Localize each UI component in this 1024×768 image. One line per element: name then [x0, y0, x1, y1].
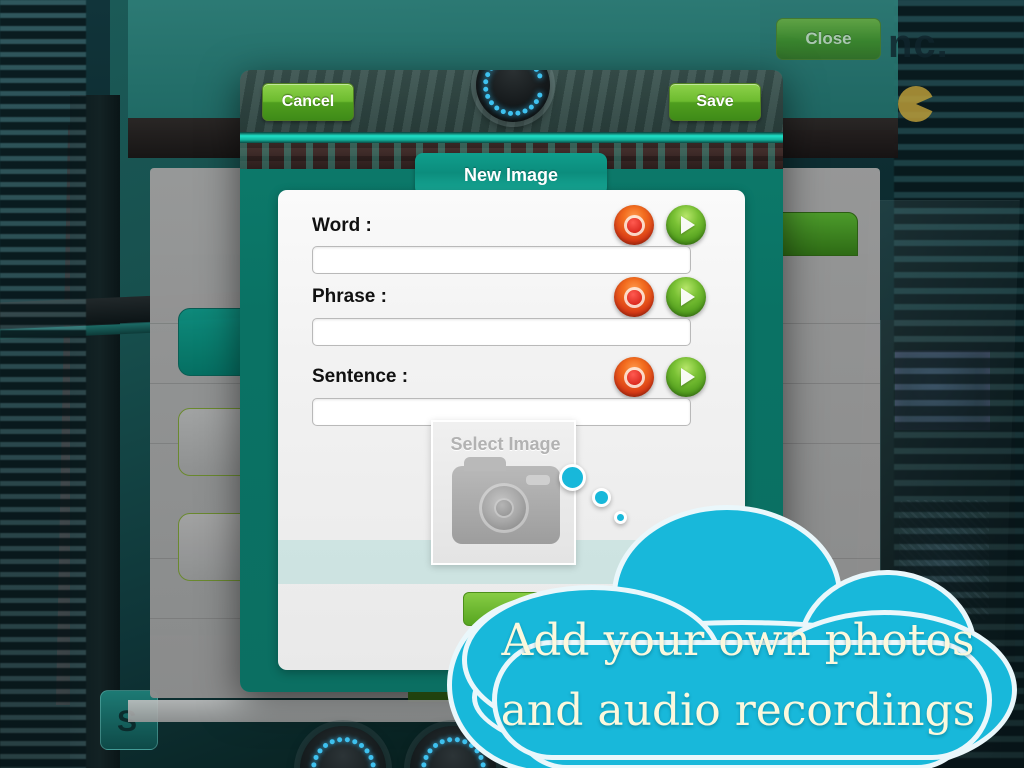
panel-action-button[interactable] [463, 592, 543, 626]
app-footer [128, 700, 898, 722]
record-icon[interactable] [614, 357, 654, 397]
phrase-input[interactable] [312, 318, 691, 346]
play-icon[interactable] [666, 357, 706, 397]
select-image-label: Select Image [450, 434, 561, 454]
screen: nc. Close I M F Cancel Save New Image [0, 0, 1024, 768]
phrase-label: Phrase : [312, 286, 387, 307]
play-icon[interactable] [666, 277, 706, 317]
modal-corner-knob[interactable] [654, 658, 694, 692]
close-button[interactable]: Close [776, 18, 881, 60]
sentence-label: Sentence : [312, 366, 409, 387]
new-image-modal: Cancel Save New Image Word : Phrase : Se… [240, 70, 783, 692]
record-icon[interactable] [614, 205, 654, 245]
play-icon[interactable] [666, 205, 706, 245]
word-label: Word : [312, 215, 372, 236]
camera-icon [452, 457, 560, 544]
word-input[interactable] [312, 246, 691, 274]
bubble-large [559, 464, 586, 491]
bubble-small [614, 511, 627, 524]
select-image-button[interactable]: Select Image [431, 420, 576, 565]
modal-form-panel: Word : Phrase : Sentence : Select Image [278, 190, 745, 670]
record-icon[interactable] [614, 277, 654, 317]
brand-text: nc. [888, 22, 949, 66]
cancel-button[interactable]: Cancel [262, 83, 354, 121]
modal-accent-line [240, 132, 783, 143]
bubble-medium [592, 488, 611, 507]
background-blinds-left [0, 0, 86, 768]
save-button[interactable]: Save [669, 83, 761, 121]
